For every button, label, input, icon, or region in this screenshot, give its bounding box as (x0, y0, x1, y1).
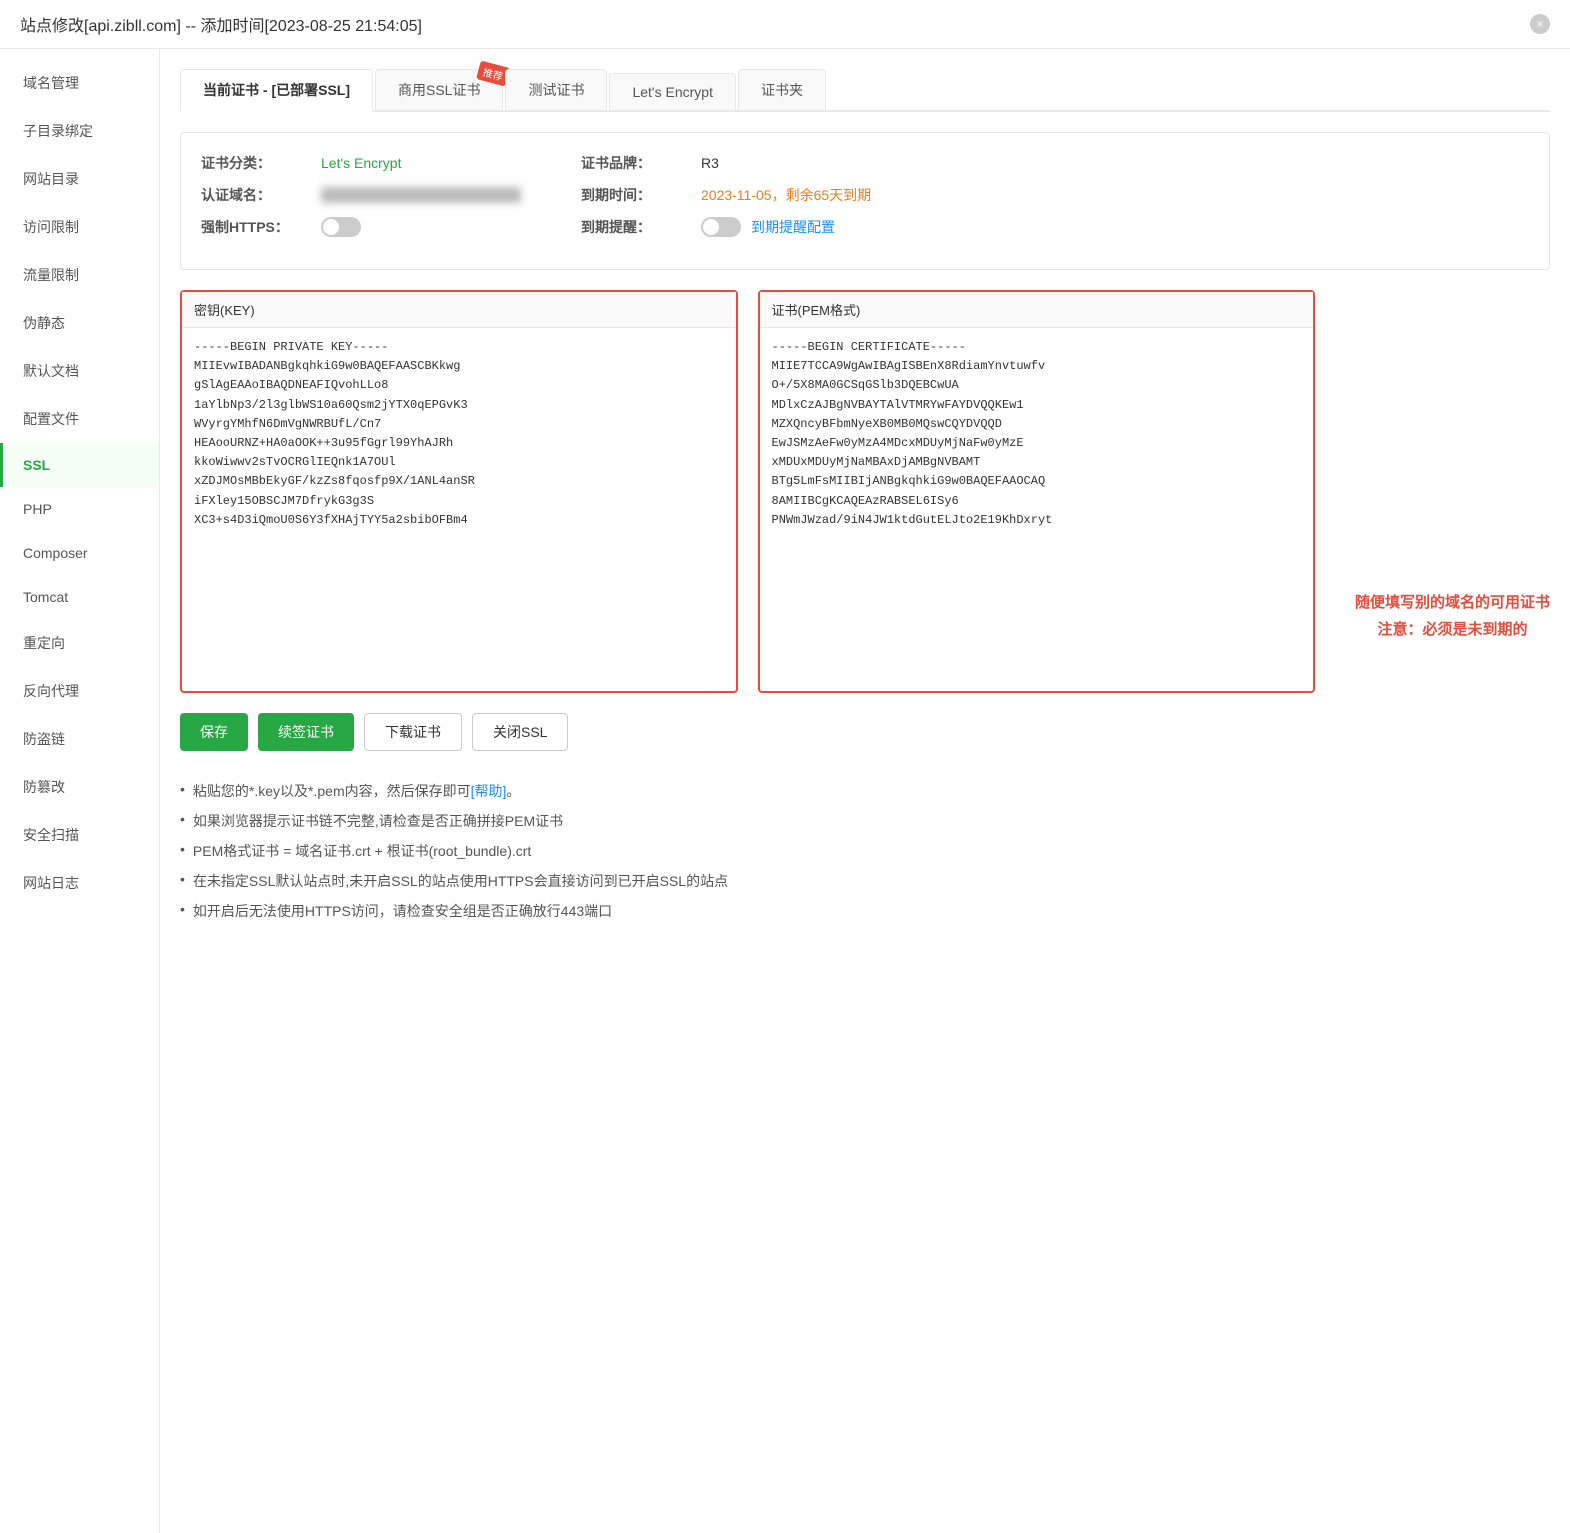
sidebar-item-access-control[interactable]: 访问限制 (0, 203, 159, 251)
red-notice: 随便填写别的域名的可用证书 注意：必须是未到期的 (1335, 589, 1550, 643)
tab-cert-folder[interactable]: 证书夹 (738, 69, 826, 110)
right-side-notice: 随便填写别的域名的可用证书 注意：必须是未到期的 (1335, 290, 1550, 941)
title-bar: 站点修改[api.zibll.com] -- 添加时间[2023-08-25 2… (0, 0, 1570, 49)
cert-brand-value: R3 (701, 155, 719, 171)
main-layout: 域名管理子目录绑定网站目录访问限制流量限制伪静态默认文档配置文件SSLPHPCo… (0, 49, 1570, 1533)
tab-current-cert[interactable]: 当前证书 - [已部署SSL] (180, 69, 373, 112)
sidebar-item-traffic-limit[interactable]: 流量限制 (0, 251, 159, 299)
cert-textarea[interactable]: -----BEGIN CERTIFICATE----- MIIE7TCCA9Wg… (760, 328, 1314, 688)
tab-commercial-ssl[interactable]: 商用SSL证书推荐 (375, 69, 503, 110)
cert-brand-label: 证书品牌： (581, 153, 701, 173)
download-cert-button[interactable]: 下载证书 (364, 713, 462, 751)
tip-item-1: 如果浏览器提示证书链不完整,请检查是否正确拼接PEM证书 (180, 811, 1315, 831)
sidebar-item-default-doc[interactable]: 默认文档 (0, 347, 159, 395)
red-notice-line2: 注意：必须是未到期的 (1355, 616, 1550, 643)
cert-class-label: 证书分类： (201, 153, 321, 173)
sidebar: 域名管理子目录绑定网站目录访问限制流量限制伪静态默认文档配置文件SSLPHPCo… (0, 49, 160, 1533)
expiry-reminder-row: 到期提醒： 到期提醒配置 (581, 217, 871, 237)
cert-expiry-row: 到期时间： 2023-11-05，剩余65天到期 (581, 185, 871, 205)
tab-lets-encrypt[interactable]: Let's Encrypt (609, 73, 736, 110)
sidebar-item-security-scan[interactable]: 安全扫描 (0, 811, 159, 859)
tip-item-3: 在未指定SSL默认站点时,未开启SSL的站点使用HTTPS会直接访问到已开启SS… (180, 871, 1315, 891)
key-box-title: 密钥(KEY) (182, 292, 736, 328)
renew-cert-button[interactable]: 续签证书 (258, 713, 354, 751)
red-notice-line1: 随便填写别的域名的可用证书 (1355, 589, 1550, 616)
save-button[interactable]: 保存 (180, 713, 248, 751)
sidebar-item-anti-theft[interactable]: 防盗链 (0, 715, 159, 763)
content-area: 当前证书 - [已部署SSL]商用SSL证书推荐测试证书Let's Encryp… (160, 49, 1570, 1533)
cert-box-title: 证书(PEM格式) (760, 292, 1314, 328)
tab-test-cert[interactable]: 测试证书 (505, 69, 607, 110)
button-row: 保存 续签证书 下载证书 关闭SSL (180, 713, 1315, 751)
cert-class-row: 证书分类： Let's Encrypt (201, 153, 521, 173)
key-textarea[interactable]: -----BEGIN PRIVATE KEY----- MIIEvwIBADAN… (182, 328, 736, 688)
sidebar-item-reverse-proxy[interactable]: 反向代理 (0, 667, 159, 715)
page-title: 站点修改[api.zibll.com] -- 添加时间[2023-08-25 2… (20, 12, 422, 36)
sidebar-item-redirect[interactable]: 重定向 (0, 619, 159, 667)
force-https-label: 强制HTTPS： (201, 217, 321, 237)
tip-item-4: 如开启后无法使用HTTPS访问，请检查安全组是否正确放行443端口 (180, 901, 1315, 921)
tabs-bar: 当前证书 - [已部署SSL]商用SSL证书推荐测试证书Let's Encryp… (180, 69, 1550, 112)
cert-domain-value (321, 187, 521, 203)
expiry-reminder-label: 到期提醒： (581, 217, 701, 237)
textarea-section: 密钥(KEY) -----BEGIN PRIVATE KEY----- MIIE… (180, 290, 1315, 693)
tip-link-0[interactable]: [帮助] (471, 781, 507, 801)
cert-domain-row: 认证域名： (201, 185, 521, 205)
force-https-row: 强制HTTPS： (201, 217, 521, 237)
cert-info-section: 证书分类： Let's Encrypt 认证域名： 强制HTTPS： (180, 132, 1550, 270)
sidebar-item-tomcat[interactable]: Tomcat (0, 575, 159, 619)
sidebar-item-config-file[interactable]: 配置文件 (0, 395, 159, 443)
sidebar-item-php[interactable]: PHP (0, 487, 159, 531)
cert-box: 证书(PEM格式) -----BEGIN CERTIFICATE----- MI… (758, 290, 1316, 693)
sidebar-item-anti-tamper[interactable]: 防篡改 (0, 763, 159, 811)
tips-section: 粘贴您的*.key以及*.pem内容，然后保存即可[帮助]。如果浏览器提示证书链… (180, 771, 1315, 941)
sidebar-item-domain[interactable]: 域名管理 (0, 59, 159, 107)
tip-item-0: 粘贴您的*.key以及*.pem内容，然后保存即可[帮助]。 (180, 781, 1315, 801)
cert-expiry-label: 到期时间： (581, 185, 701, 205)
force-https-toggle[interactable] (321, 217, 361, 237)
sidebar-item-website-dir[interactable]: 网站目录 (0, 155, 159, 203)
sidebar-item-subdir[interactable]: 子目录绑定 (0, 107, 159, 155)
expiry-reminder-toggle[interactable] (701, 217, 741, 237)
sidebar-item-composer[interactable]: Composer (0, 531, 159, 575)
tip-item-2: PEM格式证书 = 域名证书.crt + 根证书(root_bundle).cr… (180, 841, 1315, 861)
cert-expiry-value: 2023-11-05，剩余65天到期 (701, 185, 871, 205)
key-box: 密钥(KEY) -----BEGIN PRIVATE KEY----- MIIE… (180, 290, 738, 693)
expiry-reminder-link[interactable]: 到期提醒配置 (751, 217, 835, 237)
sidebar-item-website-log[interactable]: 网站日志 (0, 859, 159, 907)
cert-brand-row: 证书品牌： R3 (581, 153, 871, 173)
cert-class-value: Let's Encrypt (321, 155, 402, 171)
sidebar-item-ssl[interactable]: SSL (0, 443, 159, 487)
close-button[interactable]: × (1530, 14, 1550, 34)
sidebar-item-pseudo-static[interactable]: 伪静态 (0, 299, 159, 347)
close-ssl-button[interactable]: 关闭SSL (472, 713, 568, 751)
cert-domain-label: 认证域名： (201, 185, 321, 205)
